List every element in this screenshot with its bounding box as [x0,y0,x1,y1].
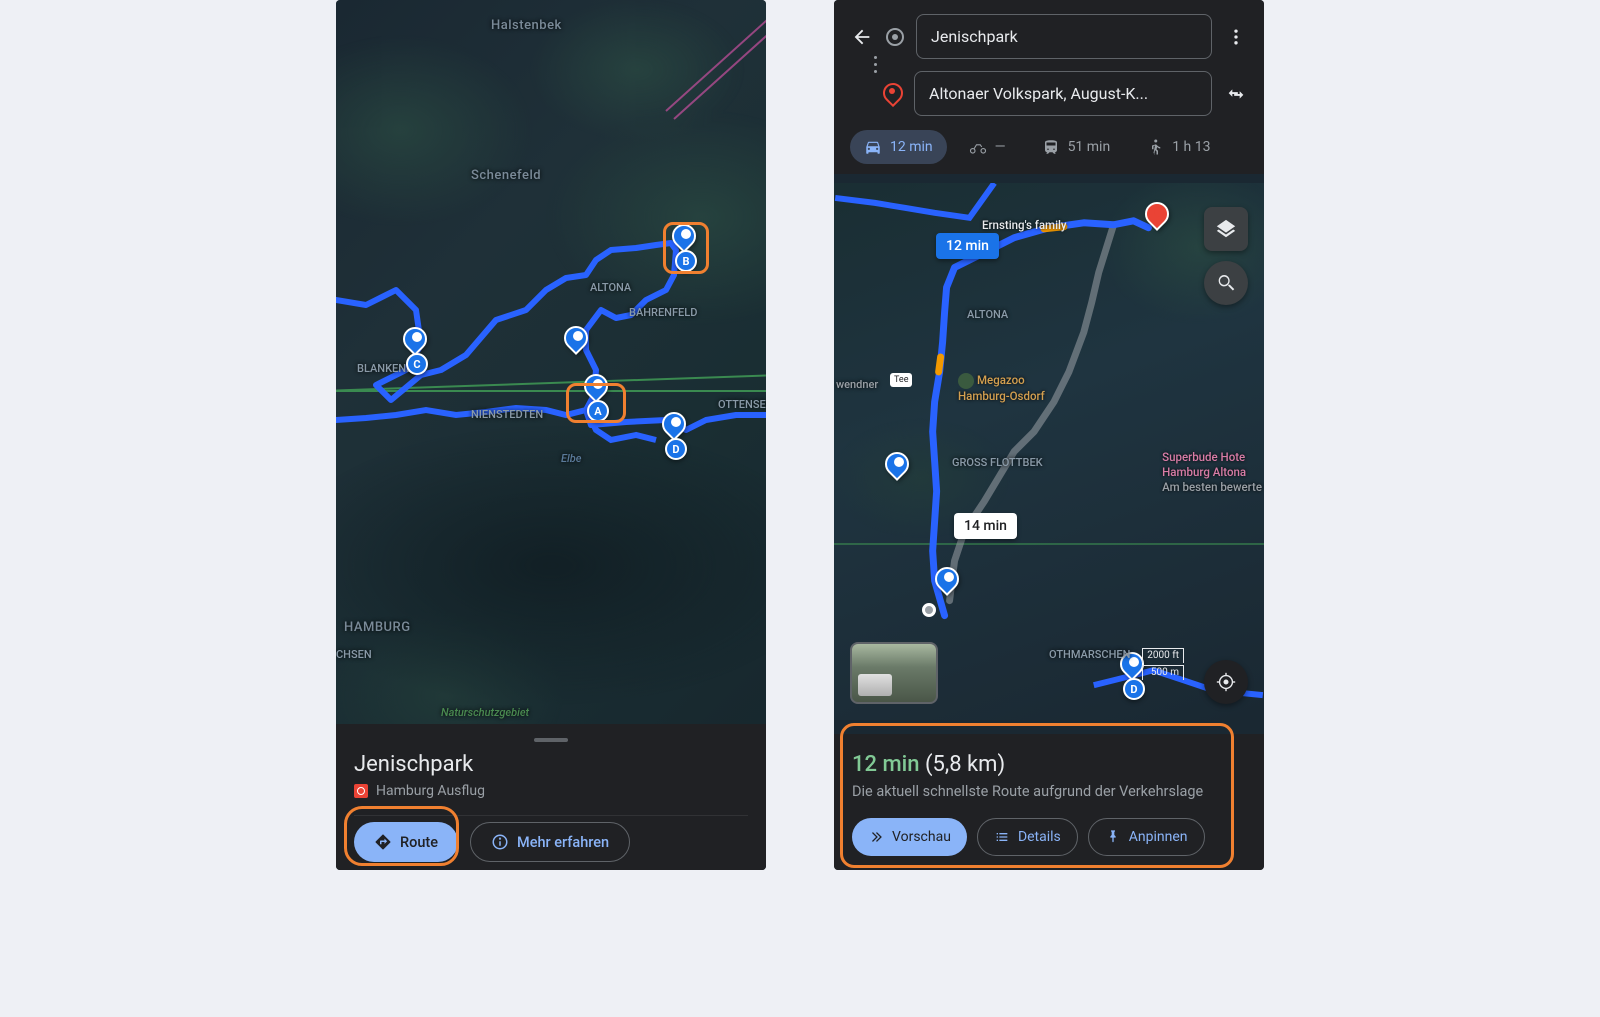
layers-icon [1215,218,1237,240]
route-dots-icon [866,56,884,73]
poi-megazoo: Megazoo Hamburg-Osdorf [958,373,1045,404]
label-altona: ALTONA [590,281,631,294]
destination-marker-icon [884,85,902,103]
label-hamburg: HAMBURG [344,620,411,635]
highlight-route-summary [840,723,1234,868]
info-icon [491,833,509,851]
label-altona-r: ALTONA [967,308,1008,321]
layers-button[interactable] [1204,207,1248,251]
label-elbe: Elbe [561,452,581,465]
pin-c[interactable]: C [403,327,431,363]
screenshot-left: Halstenbek Schenefeld ALTONA BAHRENFELD … [336,0,766,870]
main-time-label[interactable]: 12 min [936,233,999,259]
label-wendner: wendner [836,378,878,391]
label-ottensen: OTTENSEN [718,398,766,411]
transit-icon [1042,138,1060,156]
search-fab[interactable] [1204,261,1248,305]
scale-bar: 2000 ft 500 m [1142,646,1184,680]
label-nature: Naturschutzgebiet [441,706,529,719]
mode-motorcycle[interactable]: — [955,130,1020,164]
origin-marker-icon [886,28,904,46]
mylocation-icon [1215,671,1237,693]
mode-selector: 12 min — 51 min 1 h 13 12 m [850,130,1248,164]
swap-button[interactable] [1224,82,1248,106]
car-icon [864,138,882,156]
back-button[interactable] [850,25,874,49]
map-canvas-right[interactable]: D 12 min 14 min Ernsting's family ALTONA… [834,183,1264,720]
label-bahrenfeld: BAHRENFELD [629,306,697,319]
place-title: Jenischpark [354,752,748,777]
mode-car[interactable]: 12 min [850,130,947,164]
alt-time-label[interactable]: 14 min [954,513,1017,539]
label-othmarschen: OTHMARSCHEN [1049,648,1130,661]
place-sub-text: Hamburg Ausflug [376,783,485,799]
origin-field[interactable]: Jenischpark [916,14,1212,59]
bike-icon [1246,138,1248,156]
directions-header: Jenischpark Altonaer Volkspark, August-K… [834,0,1264,174]
label-nienstedten: NIENSTEDTEN [471,408,543,421]
mode-bike[interactable]: 12 m [1232,130,1248,164]
mylocation-button[interactable] [1204,660,1248,704]
pin-destination[interactable] [1145,202,1173,238]
search-icon [1215,272,1237,294]
screenshot-right: Jenischpark Altonaer Volkspark, August-K… [834,0,1264,870]
label-chsen: CHSEN [336,648,372,661]
poi-ernstings: Ernsting's family [982,218,1067,233]
destination-field[interactable]: Altonaer Volkspark, August-K... [914,71,1212,116]
label-halstenbek: Halstenbek [491,18,562,33]
highlight-pin-b [663,222,709,274]
mode-transit[interactable]: 51 min [1028,130,1125,164]
walk-icon [1146,138,1164,156]
motorcycle-icon [969,138,987,156]
pin-generic-1[interactable] [564,326,592,362]
place-subtitle: Hamburg Ausflug [354,783,748,799]
learn-more-button[interactable]: Mehr erfahren [470,822,630,862]
label-schenefeld: Schenefeld [471,168,541,183]
pin-d[interactable]: D [662,412,690,448]
streetview-thumbnail[interactable] [850,642,938,704]
highlight-route-button [344,806,459,866]
pin-waypoint-2[interactable] [935,567,963,603]
mode-walk[interactable]: 1 h 13 [1132,130,1224,164]
list-flag-icon [354,784,368,798]
drag-handle[interactable] [534,738,568,742]
overflow-menu[interactable] [1224,25,1248,49]
label-grossflottbek: GROSS FLOTTBEK [952,456,1043,469]
highlight-pin-a [566,383,626,423]
origin-dot [922,603,936,617]
poi-superbude: Superbude Hote Hamburg Altona Am besten … [1162,450,1262,495]
pin-waypoint-1[interactable] [885,452,913,488]
label-tee: Tee [890,373,912,387]
cart-icon [958,373,974,389]
